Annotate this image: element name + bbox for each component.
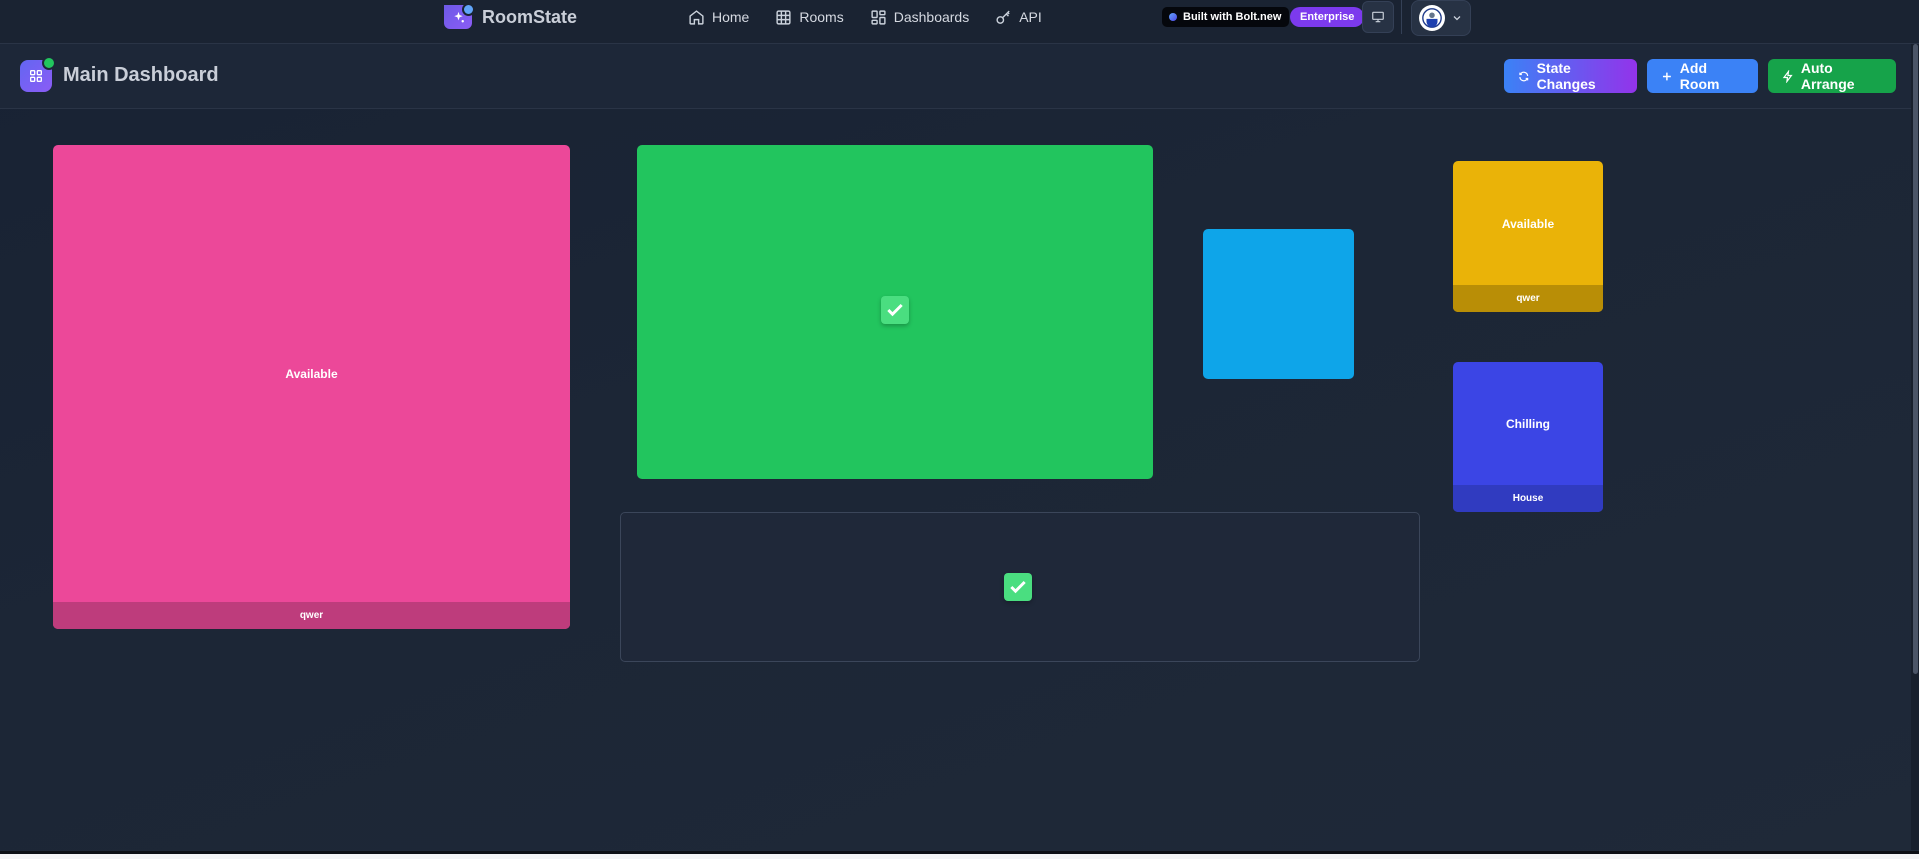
nav-home[interactable]: Home [688, 9, 749, 26]
room-status: Available [1501, 217, 1555, 231]
room-status: Chilling [1506, 417, 1550, 431]
top-navbar: RoomState Home Rooms Dashboards API Buil… [0, 0, 1919, 44]
room-status: Available [285, 367, 338, 381]
page-title: Main Dashboard [63, 64, 219, 86]
key-icon [996, 10, 1010, 24]
plus-icon [1662, 72, 1671, 80]
dashboard-header: Main Dashboard State Changes Add Room Au… [0, 44, 1919, 109]
plan-badge: Enterprise [1290, 7, 1365, 27]
dashboard-icon [871, 9, 886, 25]
monitor-icon [1372, 11, 1384, 23]
room-tile[interactable] [637, 145, 1153, 479]
auto-arrange-label: Auto Arrange [1800, 60, 1855, 92]
nav-rooms[interactable]: Rooms [775, 9, 844, 26]
room-name: qwer [53, 602, 570, 629]
bolt-badge-label: Built with Bolt.new [1183, 11, 1282, 23]
nav-api[interactable]: API [995, 9, 1042, 26]
dashboard-grid-icon [20, 56, 56, 92]
main-nav: Home Rooms Dashboards API [688, 0, 1042, 34]
brand[interactable]: RoomState [444, 0, 577, 34]
scrollbar-thumb[interactable] [1913, 44, 1918, 674]
state-changes-button[interactable]: State Changes [1504, 59, 1637, 93]
nav-rooms-label: Rooms [799, 9, 844, 25]
room-tile[interactable]: Chilling House [1453, 362, 1603, 512]
room-name: qwer [1453, 285, 1603, 312]
nav-home-label: Home [712, 9, 750, 25]
nav-dashboards-label: Dashboards [893, 9, 970, 25]
nav-dashboards[interactable]: Dashboards [870, 9, 970, 26]
room-tile[interactable]: Available qwer [53, 145, 570, 629]
nav-divider [1401, 0, 1402, 34]
add-room-button[interactable]: Add Room [1647, 59, 1758, 93]
roomstate-logo-icon [444, 3, 475, 29]
refresh-icon [1519, 71, 1529, 81]
display-mode-button[interactable] [1362, 1, 1394, 33]
auto-arrange-button[interactable]: Auto Arrange [1768, 59, 1896, 93]
add-room-label: Add Room [1679, 60, 1720, 92]
grid-icon [776, 9, 791, 25]
room-name: House [1453, 485, 1603, 512]
room-tile[interactable]: Available qwer [1453, 161, 1603, 312]
bolt-badge[interactable]: Built with Bolt.new [1162, 7, 1290, 27]
nav-api-label: API [1019, 9, 1042, 25]
check-icon [881, 296, 909, 324]
room-tile[interactable] [1203, 229, 1354, 379]
user-menu-button[interactable] [1411, 0, 1471, 36]
home-icon [689, 9, 704, 25]
check-icon [1004, 573, 1032, 601]
state-changes-label: State Changes [1536, 60, 1596, 92]
chevron-down-icon [1453, 16, 1461, 21]
bolt-logo-icon [1169, 13, 1177, 21]
avatar [1419, 5, 1445, 31]
app-name: RoomState [482, 6, 578, 27]
window-bottom-border [0, 854, 1919, 859]
lightning-icon [1782, 69, 1793, 83]
online-status-indicator [42, 56, 56, 70]
room-tile-selected[interactable] [620, 512, 1420, 662]
